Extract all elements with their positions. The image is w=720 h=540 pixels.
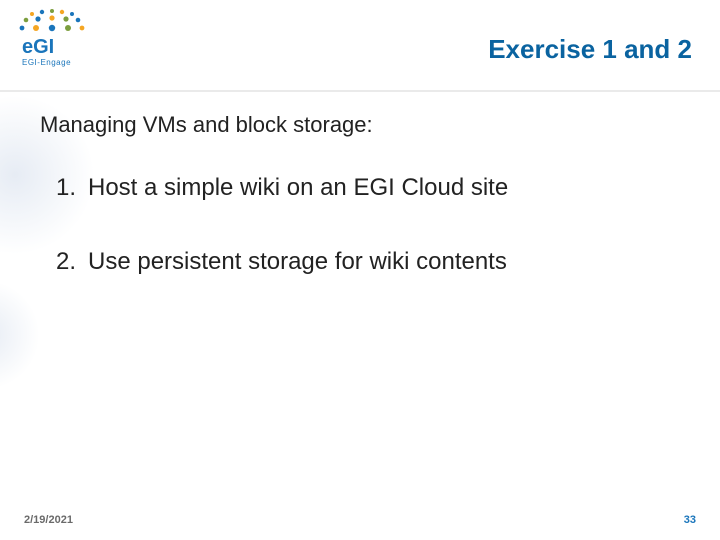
- header: eGI EGI-Engage Exercise 1 and 2: [0, 8, 720, 70]
- page-number: 33: [684, 514, 696, 526]
- slide-body: Managing VMs and block storage: Host a s…: [40, 112, 690, 322]
- logo-brand-text: eGI: [22, 36, 54, 58]
- decorative-halo: [0, 280, 40, 390]
- footer: 2/19/2021 33: [24, 514, 696, 526]
- logo-subbrand-text: EGI-Engage: [22, 58, 71, 67]
- header-divider: [0, 90, 720, 92]
- slide: eGI EGI-Engage Exercise 1 and 2 Managing…: [0, 0, 720, 540]
- egi-logo-icon: eGI EGI-Engage: [14, 8, 92, 70]
- footer-date: 2/19/2021: [24, 514, 73, 526]
- list-item: Host a simple wiki on an EGI Cloud site: [62, 174, 690, 202]
- lead-text: Managing VMs and block storage:: [40, 112, 690, 138]
- list-item: Use persistent storage for wiki contents: [62, 248, 690, 276]
- exercise-list: Host a simple wiki on an EGI Cloud site …: [40, 174, 690, 276]
- slide-title: Exercise 1 and 2: [488, 34, 692, 65]
- egi-logo: eGI EGI-Engage: [14, 8, 92, 70]
